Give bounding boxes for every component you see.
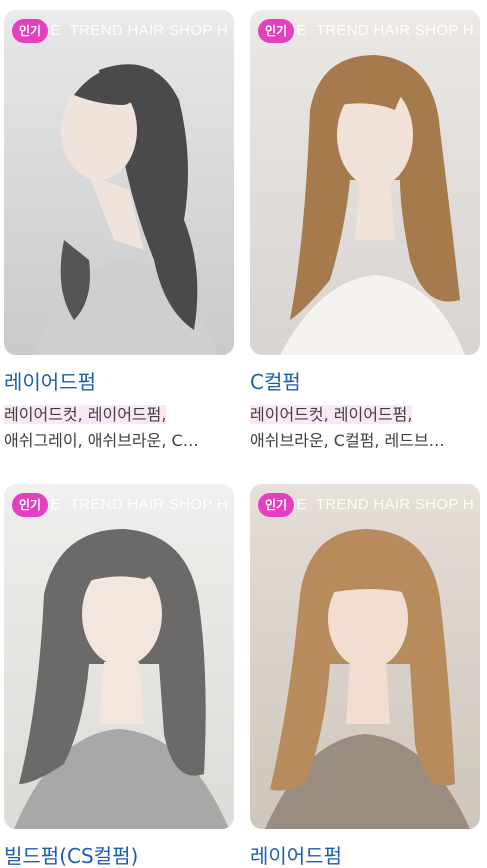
hair-thumbnail[interactable]: SE TREND HAIR SHOP H 인기 <box>250 10 480 355</box>
popular-badge: 인기 <box>258 19 295 43</box>
hair-thumbnail[interactable]: SE TREND HAIR SHOP H 인기 <box>4 10 234 355</box>
banner-text: TREND HAIR SHOP H <box>69 495 228 513</box>
card-title[interactable]: C컬펌 <box>250 368 480 396</box>
hairstyle-photo <box>250 10 480 355</box>
card-title[interactable]: 레이어드펌 <box>4 368 234 396</box>
popular-badge: 인기 <box>258 493 295 517</box>
desc-rest: 애쉬그레이, 애쉬브라운, C… <box>4 431 199 450</box>
banner-text: TREND HAIR SHOP H <box>69 21 228 39</box>
popular-badge: 인기 <box>12 493 49 517</box>
card-description: 레이어드컷, 레이어드펌, 애쉬그레이, 애쉬브라운, C… <box>4 402 234 454</box>
result-card[interactable]: SE TREND HAIR SHOP H 인기 빌드펌(CS컬펌) <box>4 484 234 868</box>
card-title[interactable]: 빌드펌(CS컬펌) <box>4 842 234 868</box>
card-title[interactable]: 레이어드펌 <box>250 842 480 868</box>
card-description: 레이어드컷, 레이어드펌, 애쉬브라운, C컬펌, 레드브… <box>250 402 480 454</box>
results-grid: SE TREND HAIR SHOP H 인기 레이어드펌 레이어드컷, 레이어… <box>0 0 487 868</box>
result-card[interactable]: SE TREND HAIR SHOP H 인기 레이어드펌 레이어드컷, 레이어… <box>4 10 234 454</box>
hair-thumbnail[interactable]: SE TREND HAIR SHOP H 인기 <box>4 484 234 829</box>
hairstyle-photo <box>4 10 234 355</box>
result-card[interactable]: SE TREND HAIR SHOP H 인기 레이어드펌 <box>250 484 480 868</box>
desc-highlight: 레이어드컷, 레이어드펌, <box>4 405 167 424</box>
banner-text: TREND HAIR SHOP H <box>315 21 474 39</box>
popular-badge: 인기 <box>12 19 49 43</box>
desc-rest: 애쉬브라운, C컬펌, 레드브… <box>250 431 445 450</box>
banner-text: TREND HAIR SHOP H <box>315 495 474 513</box>
hair-thumbnail[interactable]: SE TREND HAIR SHOP H 인기 <box>250 484 480 829</box>
hairstyle-photo <box>4 484 234 829</box>
desc-highlight: 레이어드컷, 레이어드펌, <box>250 405 413 424</box>
result-card[interactable]: SE TREND HAIR SHOP H 인기 C컬펌 레이어드컷, 레이어드펌… <box>250 10 480 454</box>
hairstyle-photo <box>250 484 480 829</box>
